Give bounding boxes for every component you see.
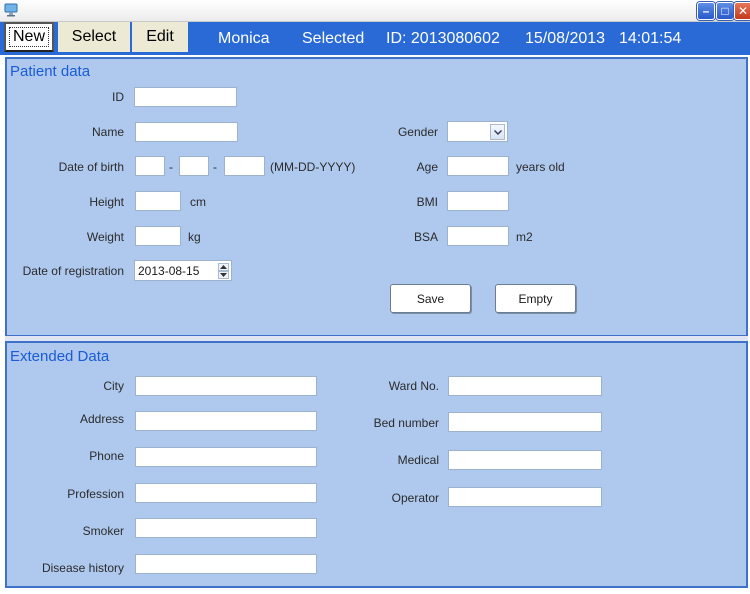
status-id: ID: 2013080602 [386, 29, 500, 47]
status-user: Monica [218, 29, 270, 47]
status-date: 15/08/2013 [525, 29, 606, 47]
dob-format-hint: (MM-DD-YYYY) [270, 160, 356, 174]
menu-select[interactable]: Select [58, 22, 130, 52]
weight-field[interactable] [135, 226, 181, 246]
status-time: 14:01:54 [619, 29, 682, 47]
profession-label: Profession [67, 487, 124, 501]
spin-up-icon[interactable] [218, 263, 229, 271]
maximize-button[interactable]: □ [716, 2, 734, 20]
city-field[interactable] [135, 376, 317, 396]
window-titlebar [0, 0, 750, 22]
chevron-down-icon [490, 124, 505, 140]
registration-date-label: Date of registration [22, 264, 124, 278]
bsa-field[interactable] [447, 226, 509, 246]
medical-label: Medical [397, 453, 439, 467]
weight-label: Weight [86, 230, 124, 244]
minimize-button[interactable]: – [697, 2, 715, 20]
smoker-label: Smoker [82, 524, 124, 538]
bsa-unit: m2 [516, 230, 533, 244]
spin-down-icon[interactable] [218, 271, 229, 279]
bsa-label: BSA [413, 230, 438, 244]
dob-year-field[interactable] [224, 156, 265, 176]
phone-field[interactable] [135, 447, 317, 467]
name-label: Name [91, 125, 124, 139]
age-field[interactable] [447, 156, 509, 176]
height-unit: cm [190, 195, 206, 209]
ward-number-label: Ward No. [388, 379, 439, 393]
address-field[interactable] [135, 411, 317, 431]
smoker-field[interactable] [135, 518, 317, 538]
close-button[interactable]: ✕ [734, 2, 750, 20]
disease-history-label: Disease history [41, 561, 124, 575]
ward-number-field[interactable] [448, 376, 602, 396]
extended-data-title: Extended Data [10, 348, 110, 365]
dob-separator: - [169, 160, 173, 174]
gender-select[interactable] [447, 121, 508, 142]
dob-day-field[interactable] [179, 156, 209, 176]
bed-number-label: Bed number [373, 416, 439, 430]
dob-separator: - [213, 160, 217, 174]
patient-data-title: Patient data [10, 63, 91, 80]
registration-date-picker[interactable]: 2013-08-15 [134, 260, 232, 281]
bed-number-field[interactable] [448, 412, 602, 432]
city-label: City [103, 379, 124, 393]
weight-unit: kg [188, 230, 201, 244]
status-selected: Selected [302, 29, 365, 47]
bmi-label: BMI [416, 195, 438, 209]
height-field[interactable] [135, 191, 181, 211]
bmi-field[interactable] [447, 191, 509, 211]
gender-label: Gender [397, 125, 438, 139]
operator-label: Operator [391, 491, 439, 505]
app-icon [4, 3, 18, 17]
save-button[interactable]: Save [390, 284, 471, 313]
age-unit: years old [516, 160, 565, 174]
dob-month-field[interactable] [135, 156, 165, 176]
name-field[interactable] [135, 122, 238, 142]
menu-new-label: New [8, 27, 49, 47]
height-label: Height [89, 195, 124, 209]
age-label: Age [416, 160, 438, 174]
registration-date-value: 2013-08-15 [138, 263, 200, 278]
dob-label: Date of birth [58, 160, 124, 174]
address-label: Address [79, 412, 124, 426]
disease-history-field[interactable] [135, 554, 317, 574]
menu-select-label: Select [71, 28, 117, 45]
id-field[interactable] [134, 87, 237, 107]
profession-field[interactable] [135, 483, 317, 503]
phone-label: Phone [89, 449, 124, 463]
operator-field[interactable] [448, 487, 602, 507]
menu-edit-label: Edit [146, 28, 174, 45]
id-label: ID [112, 90, 124, 104]
medical-field[interactable] [448, 450, 602, 470]
empty-button[interactable]: Empty [495, 284, 576, 313]
menu-edit[interactable]: Edit [132, 22, 188, 52]
menu-new[interactable]: New [4, 22, 54, 52]
